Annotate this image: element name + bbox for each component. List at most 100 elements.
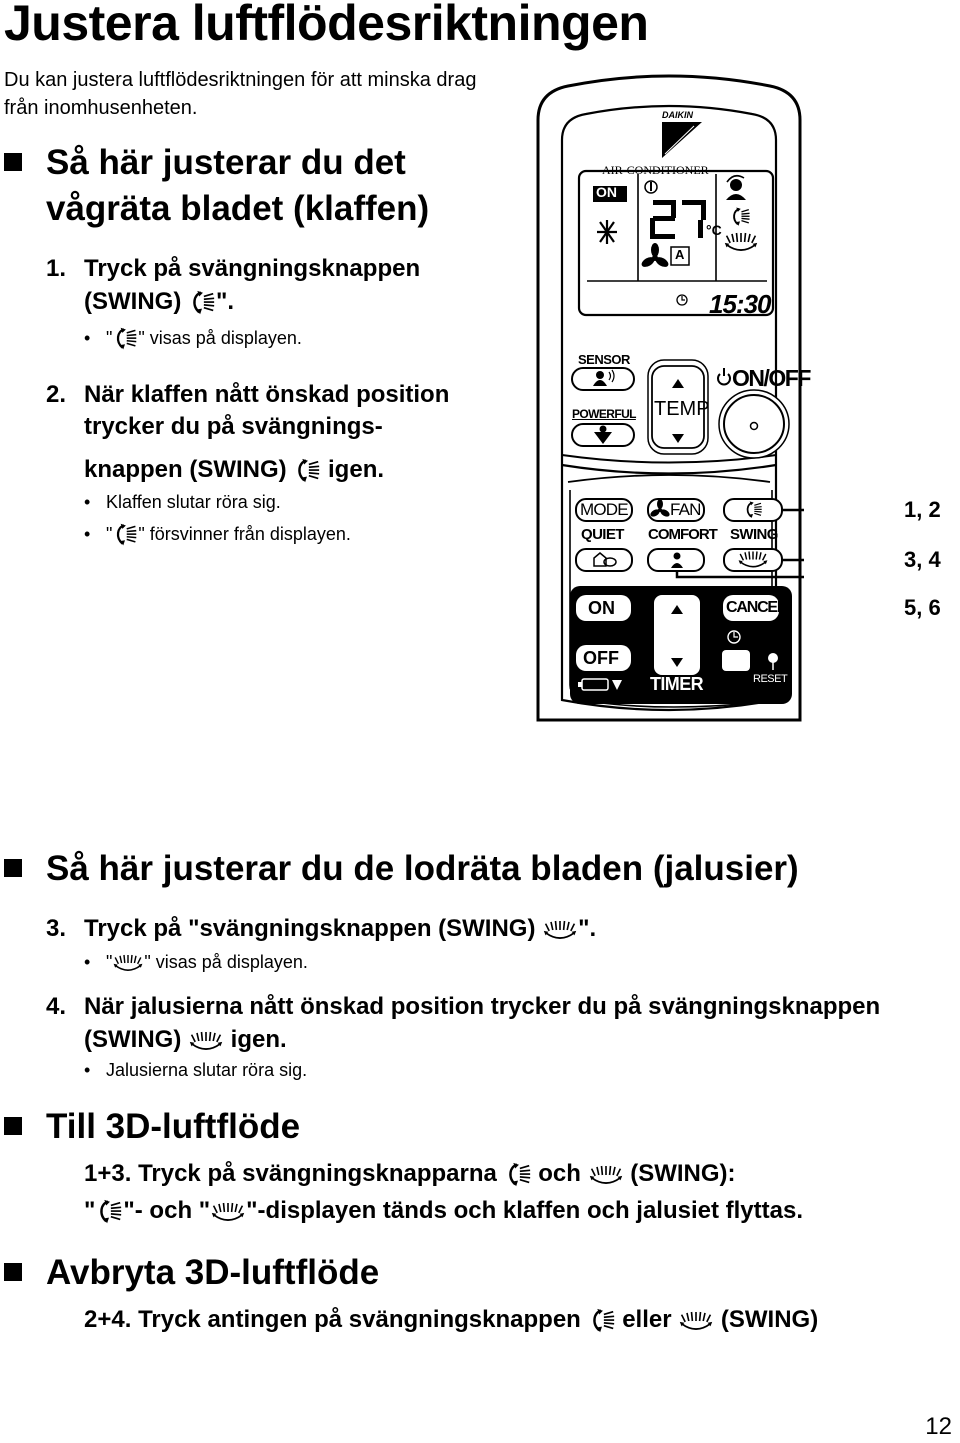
step-1: 1. Tryck på svängningsknappen (SWING) ". [46,252,526,322]
step-text: "-displayen tänds och klaffen och jalusi… [246,1197,803,1224]
bullet-text: Jalusierna slutar röra sig. [106,1060,308,1080]
step-number: 1+3. [84,1160,132,1187]
bullet-dot: • [84,952,91,972]
callout-5-6: 5, 6 [904,595,941,620]
step-text: Tryck antingen på svängningsknappen [138,1306,581,1333]
step-text: När jalusierna nått önskad position tryc… [84,993,881,1020]
display-time: 15:30 [709,289,771,319]
page-number: 12 [925,1413,952,1440]
section-bullet-square [4,153,22,171]
louver-swing-icon [210,1200,246,1224]
sensor-label: SENSOR [578,352,630,367]
louver-swing-icon [542,918,578,942]
remote-control-illustration: DAIKIN AIR-CONDITIONER ON °C A 15:30 SEN… [534,70,904,722]
step-text: (SWING) [720,1306,819,1333]
bullet-item: • " " visas på displayen. [84,326,484,356]
temp-label: TEMP [654,398,710,420]
section-title-line2: vågräta bladet (klaffen) [46,189,430,228]
page-title: Justera luftflödesriktningen [4,0,649,51]
flap-swing-icon [112,326,138,352]
step-number: 3. [46,915,67,942]
section-title: Avbryta 3D-luftflöde [46,1253,380,1292]
step-number: 2+4. [84,1306,132,1333]
section-title-line1: Så här justerar du det [46,143,406,182]
step-text: "- och " [123,1197,211,1224]
step-number: 2. [46,381,67,408]
step-4: 4. När jalusierna nått önskad position t… [46,990,956,1060]
bullet-dot: • [84,492,91,512]
section-cancel-3d-airflow: Avbryta 3D-luftflöde [0,1250,600,1296]
step-text: igen. [230,1026,287,1053]
fan-button: FAN [670,500,701,519]
section-bullet-square [4,1117,22,1135]
step-text: (SWING) [84,288,182,315]
step-text: " [84,1197,96,1224]
bullet-dot: • [84,328,91,348]
step-text: trycker du på svängnings- [84,413,383,440]
on-off-label: ON/OFF [732,365,811,391]
louver-swing-icon [678,1309,714,1333]
step-text: (SWING) [84,1026,182,1053]
flap-swing-icon [588,1307,616,1335]
section-horizontal-blade: Så här justerar du det vågräta bladet (k… [0,140,520,236]
step-2: 2. När klaffen nått önskad position tryc… [46,378,536,488]
display-fan-mode: A [675,247,685,262]
remote-subtitle: AIR-CONDITIONER [602,163,709,177]
timer-on-button: ON [588,598,615,618]
bullet-dot: • [84,1060,91,1080]
section-vertical-blades: Så här justerar du de lodräta bladen (ja… [0,846,900,892]
flap-swing-icon [95,1198,123,1226]
step-text: (SWING): [630,1160,736,1187]
display-unit: °C [706,222,722,238]
bullet-text: " visas på displayen. [138,328,302,348]
timer-label: TIMER [650,674,704,694]
step-text: Tryck på svängningsknapparna [138,1160,497,1187]
bullet-text: " visas på displayen. [144,952,308,972]
section-bullet-square [4,859,22,877]
step-number: 1. [46,255,67,282]
bullet-item: • " " försvinner från displayen. [84,522,484,552]
bullet-item: • Jalusierna slutar röra sig. [84,1058,484,1084]
step-text: igen. [328,456,385,483]
cancel-button: CANCEL [726,599,787,616]
reset-label: RESET [753,673,788,685]
step-text: Tryck på "svängningsknappen (SWING) [84,915,536,942]
step-text: ". [215,288,235,315]
step-text: eller [622,1306,672,1333]
bullet-text: " försvinner från displayen. [138,524,351,544]
louver-swing-icon [112,952,144,974]
step-1-3: 1+3. Tryck på svängningsknapparna och (S… [84,1157,954,1191]
bullet-dot: • [84,524,91,544]
section-title: Så här justerar du de lodräta bladen (ja… [46,849,799,888]
step-text: När klaffen nått önskad position [84,381,450,408]
flap-swing-icon [293,457,321,485]
step-3: 3. Tryck på "svängningsknappen (SWING) "… [46,912,946,946]
bullet-item: • " " visas på displayen. [84,950,484,976]
powerful-label: POWERFUL [572,407,636,421]
comfort-label: COMFORT [648,526,718,543]
step-text: knappen (SWING) [84,456,287,483]
louver-swing-icon [588,1163,624,1187]
section-3d-airflow: Till 3D-luftflöde [0,1104,600,1150]
quiet-label: QUIET [581,526,624,543]
louver-swing-icon [188,1029,224,1053]
step-1-3-result: " "- och " "-displayen tänds och klaffen o… [84,1194,954,1228]
step-text: och [538,1160,581,1187]
callout-3-4: 3, 4 [904,547,941,572]
section-title: Till 3D-luftflöde [46,1107,301,1146]
snowflake-icon [597,220,617,244]
swing-label: SWING [730,526,778,543]
section-bullet-square [4,1263,22,1281]
mode-button: MODE [580,500,629,519]
flap-swing-icon [504,1161,532,1189]
brand-logo: DAIKIN [662,110,693,120]
callout-1-2: 1, 2 [904,497,941,522]
step-number: 4. [46,993,67,1020]
bullet-text: Klaffen slutar röra sig. [106,492,281,512]
intro-text: Du kan justera luftflödesriktningen för … [4,69,477,119]
flap-swing-icon [188,289,216,317]
bullet-item: • Klaffen slutar röra sig. [84,490,484,516]
step-text: Tryck på svängningsknappen [84,255,421,282]
flap-swing-icon [112,522,138,548]
step-text: ". [578,915,597,942]
